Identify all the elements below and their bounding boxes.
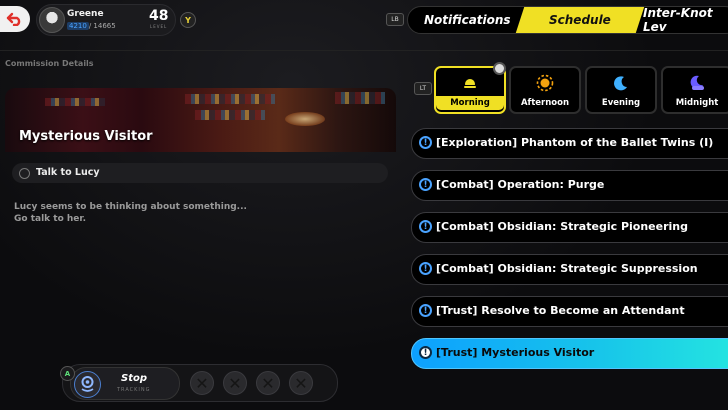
tracking-pin-icon [74, 371, 101, 398]
section-title: Commission Details [5, 59, 94, 68]
commission-label: [Trust] Mysterious Visitor [436, 346, 595, 359]
tab-notifications[interactable]: Notifications [424, 7, 511, 33]
tod-morning-label: Morning [436, 96, 504, 110]
tracking-label: TRACKING [117, 387, 151, 393]
divider [0, 50, 728, 51]
commission-item[interactable]: ! [Combat] Obsidian: Strategic Suppressi… [411, 254, 728, 285]
tod-evening[interactable]: Evening [585, 66, 657, 114]
avatar [39, 7, 65, 33]
sunrise-icon [461, 74, 479, 92]
tab-inter-knot-label: Inter-Knot Lev [643, 6, 713, 34]
alert-icon: ! [419, 262, 432, 275]
stop-tracking-button[interactable]: Stop TRACKING [70, 367, 180, 400]
commission-item[interactable]: ! [Exploration] Phantom of the Ballet Tw… [411, 128, 728, 159]
banner-shelf [185, 94, 275, 104]
commission-label: [Combat] Obsidian: Strategic Suppression [436, 262, 698, 275]
empty-slot: ✕ [289, 371, 313, 395]
banner-shelf [45, 98, 105, 106]
top-bar: Greene 4210/ 14665 48 LEVEL Y LB Notific… [0, 0, 728, 40]
commission-label: [Combat] Obsidian: Strategic Pioneering [436, 220, 688, 233]
tod-afternoon-label: Afternoon [520, 98, 570, 108]
tab-schedule[interactable]: Schedule [515, 7, 645, 33]
banner-shelf [335, 92, 385, 104]
exp-total: / 14665 [88, 22, 116, 30]
tod-evening-label: Evening [601, 98, 641, 108]
tod-midnight-label: Midnight [675, 98, 719, 108]
alert-icon: ! [419, 346, 432, 359]
x-icon: ✕ [294, 373, 308, 393]
commission-title: Mysterious Visitor [19, 129, 153, 144]
description-line-1: Lucy seems to be thinking about somethin… [14, 202, 247, 212]
alert-icon: ! [419, 220, 432, 233]
tod-afternoon[interactable]: Afternoon [509, 66, 581, 114]
sun-icon [536, 74, 554, 92]
task-label: Talk to Lucy [36, 167, 100, 178]
moon-cloud-icon [688, 74, 706, 92]
tab-bar: Notifications Schedule Inter-Knot Lev [407, 6, 728, 34]
commission-label: [Exploration] Phantom of the Ballet Twin… [436, 136, 714, 149]
tab-notifications-label: Notifications [424, 13, 511, 27]
banner-shelf [195, 110, 265, 120]
lt-button-hint: LT [414, 82, 432, 95]
player-exp: 4210/ 14665 [67, 22, 116, 30]
x-icon: ✕ [195, 373, 209, 393]
empty-slot: ✕ [190, 371, 214, 395]
commission-label: [Combat] Operation: Purge [436, 178, 605, 191]
selected-indicator [493, 62, 506, 75]
player-name: Greene [67, 9, 104, 19]
commission-banner: Mysterious Visitor [5, 88, 396, 152]
back-button[interactable] [0, 6, 30, 32]
a-button-hint: A [60, 366, 75, 381]
player-profile[interactable]: Greene 4210/ 14665 48 LEVEL [36, 4, 176, 36]
tab-schedule-label: Schedule [549, 13, 611, 27]
commission-item-selected[interactable]: ! [Trust] Mysterious Visitor [411, 338, 728, 369]
lb-button-hint: LB [386, 13, 404, 26]
alert-icon: ! [419, 304, 432, 317]
level-caption: LEVEL [150, 24, 168, 29]
alert-icon: ! [419, 178, 432, 191]
commission-item[interactable]: ! [Combat] Operation: Purge [411, 170, 728, 201]
alert-icon: ! [419, 136, 432, 149]
banner-glow [285, 112, 325, 126]
y-button-hint: Y [180, 12, 196, 28]
objective-circle-icon [19, 168, 30, 179]
moon-icon [612, 74, 630, 92]
back-arrow-icon [6, 12, 21, 26]
commission-item[interactable]: ! [Trust] Resolve to Become an Attendant [411, 296, 728, 327]
player-level: 48 [149, 8, 169, 24]
stop-label: Stop [121, 373, 148, 384]
commission-label: [Trust] Resolve to Become an Attendant [436, 304, 685, 317]
empty-slot: ✕ [223, 371, 247, 395]
x-icon: ✕ [261, 373, 275, 393]
commission-item[interactable]: ! [Combat] Obsidian: Strategic Pioneerin… [411, 212, 728, 243]
x-icon: ✕ [228, 373, 242, 393]
empty-slot: ✕ [256, 371, 280, 395]
tab-inter-knot[interactable]: Inter-Knot Lev [643, 7, 728, 33]
commission-description: Lucy seems to be thinking about somethin… [14, 201, 304, 225]
exp-current: 4210 [67, 22, 89, 30]
tod-midnight[interactable]: Midnight [661, 66, 728, 114]
description-line-2: Go talk to her. [14, 214, 86, 224]
task-objective: Talk to Lucy [12, 163, 388, 183]
